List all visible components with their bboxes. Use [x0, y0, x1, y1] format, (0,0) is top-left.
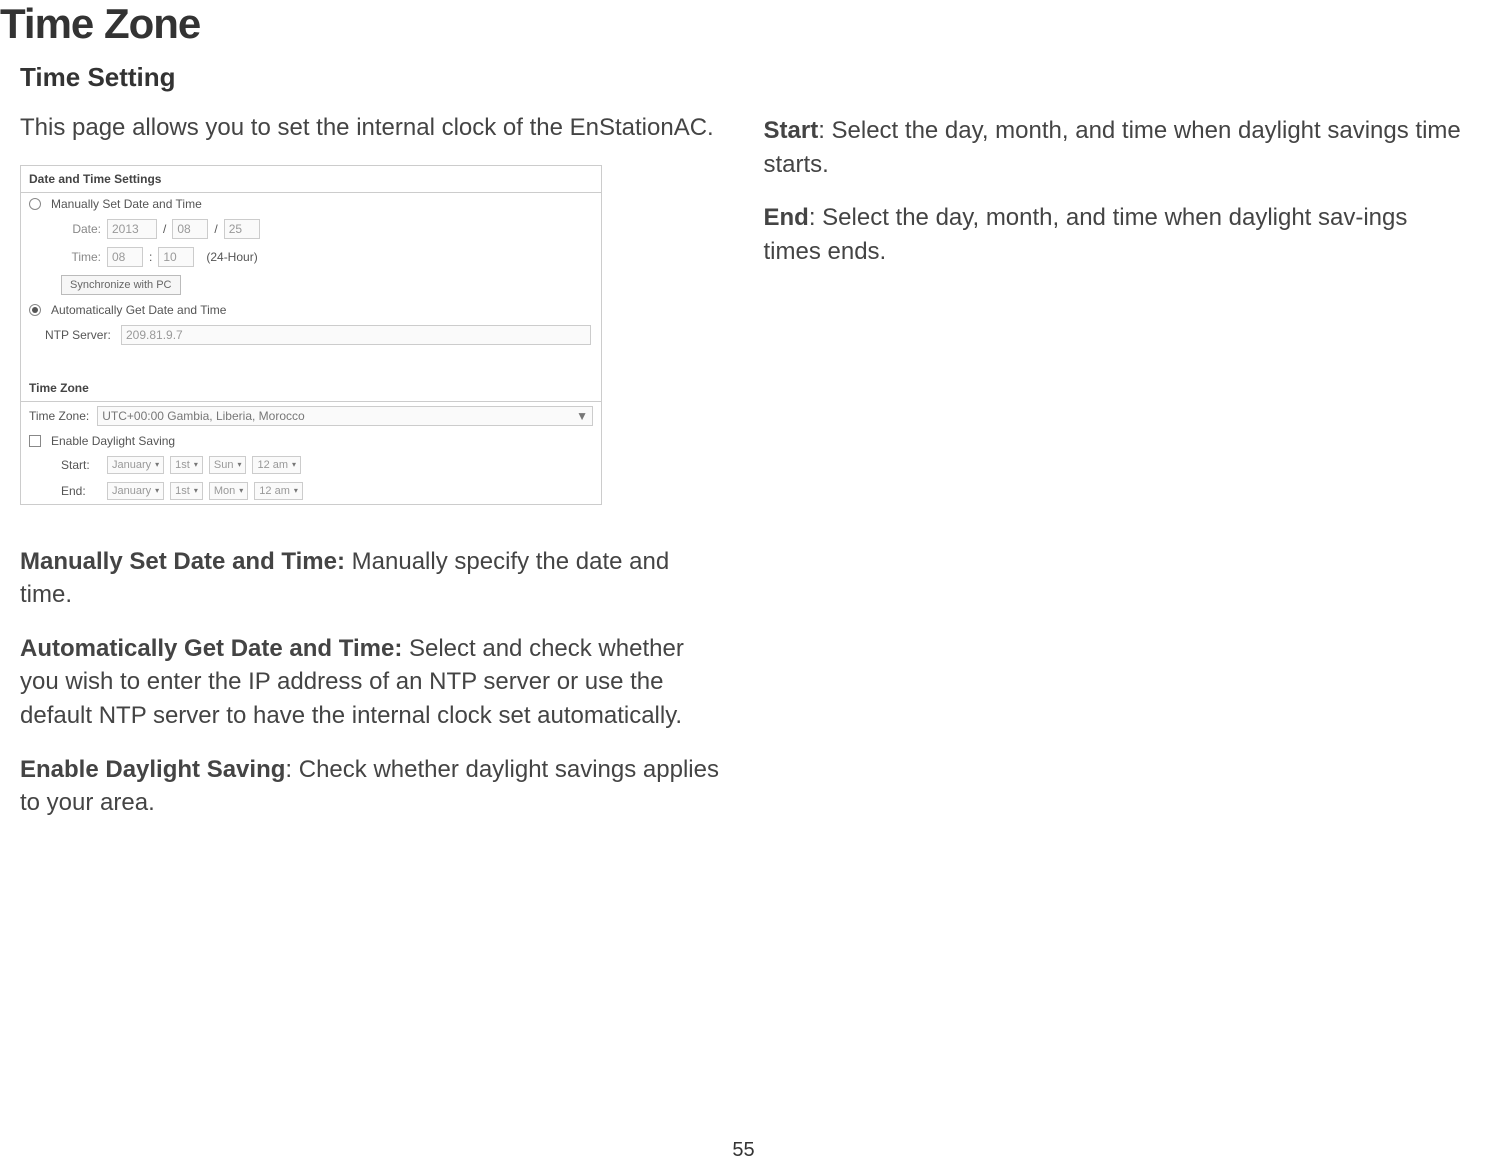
dst-start-day-select[interactable]: Sun▾: [209, 456, 247, 474]
time-suffix: (24-Hour): [206, 250, 257, 264]
time-hour-input[interactable]: [107, 247, 143, 267]
chevron-down-icon: ▾: [194, 460, 198, 469]
chevron-down-icon: ▾: [292, 460, 296, 469]
time-min-input[interactable]: [158, 247, 194, 267]
dst-end-day-select[interactable]: Mon▾: [209, 482, 248, 500]
paragraph-start: Start: Select the day, month, and time w…: [764, 114, 1468, 181]
date-year-input[interactable]: [107, 219, 157, 239]
chevron-down-icon: ▼: [576, 409, 588, 423]
timezone-select[interactable]: UTC+00:00 Gambia, Liberia, Morocco ▼: [97, 406, 593, 426]
tz-label: Time Zone:: [29, 409, 89, 423]
chevron-down-icon: ▾: [155, 460, 159, 469]
intro-paragraph: This page allows you to set the internal…: [20, 111, 724, 145]
section-heading: Time Setting: [20, 62, 724, 93]
page-title: Time Zone: [0, 0, 1487, 48]
dst-start-month-select[interactable]: January▾: [107, 456, 164, 474]
date-month-input[interactable]: [172, 219, 208, 239]
time-label: Time:: [61, 250, 101, 264]
timezone-value: UTC+00:00 Gambia, Liberia, Morocco: [102, 409, 304, 423]
panel-header-timezone: Time Zone: [21, 375, 601, 402]
dst-label: Enable Daylight Saving: [51, 434, 175, 448]
dst-end-time-select[interactable]: 12 am▾: [254, 482, 303, 500]
dst-end-week-select[interactable]: 1st▾: [170, 482, 203, 500]
chevron-down-icon: ▾: [237, 460, 241, 469]
radio-manual[interactable]: [29, 198, 41, 210]
sync-pc-button[interactable]: Synchronize with PC: [61, 275, 181, 295]
dst-start-week-select[interactable]: 1st▾: [170, 456, 203, 474]
date-day-input[interactable]: [224, 219, 260, 239]
date-label: Date:: [61, 222, 101, 236]
panel-header-datetime: Date and Time Settings: [21, 166, 601, 193]
paragraph-dst: Enable Daylight Saving: Check whether da…: [20, 753, 724, 820]
paragraph-end: End: Select the day, month, and time whe…: [764, 201, 1468, 268]
dst-end-label: End:: [61, 484, 101, 498]
settings-screenshot: Date and Time Settings Manually Set Date…: [20, 165, 602, 505]
chevron-down-icon: ▾: [155, 486, 159, 495]
chevron-down-icon: ▾: [294, 486, 298, 495]
paragraph-auto: Automatically Get Date and Time: Select …: [20, 632, 724, 733]
page-number: 55: [0, 1139, 1487, 1162]
paragraph-manual: Manually Set Date and Time: Manually spe…: [20, 545, 724, 612]
chevron-down-icon: ▾: [239, 486, 243, 495]
chevron-down-icon: ▾: [194, 486, 198, 495]
radio-manual-label: Manually Set Date and Time: [51, 197, 202, 211]
radio-auto[interactable]: [29, 304, 41, 316]
radio-auto-label: Automatically Get Date and Time: [51, 303, 226, 317]
dst-end-month-select[interactable]: January▾: [107, 482, 164, 500]
ntp-label: NTP Server:: [45, 328, 115, 342]
dst-start-time-select[interactable]: 12 am▾: [252, 456, 301, 474]
dst-checkbox[interactable]: [29, 435, 41, 447]
dst-start-label: Start:: [61, 458, 101, 472]
ntp-server-input[interactable]: [121, 325, 591, 345]
